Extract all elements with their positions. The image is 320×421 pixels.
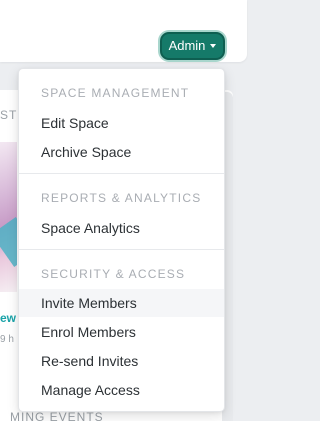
menu-item-manage-access[interactable]: Manage Access: [19, 376, 224, 404]
menu-item-invite-members[interactable]: Invite Members: [19, 289, 224, 317]
menu-divider: [19, 173, 224, 174]
caret-down-icon: [210, 43, 217, 48]
top-card: Admin: [0, 0, 247, 62]
menu-item-resend-invites[interactable]: Re-send Invites: [19, 347, 224, 375]
menu-item-space-analytics[interactable]: Space Analytics: [19, 214, 224, 242]
admin-dropdown-button[interactable]: Admin: [160, 32, 225, 60]
menu-header-reports-analytics: REPORTS & ANALYTICS: [41, 191, 202, 205]
background-section-label: ST: [0, 108, 18, 122]
background-thumbnail-image: [0, 142, 17, 292]
admin-button-label: Admin: [168, 38, 206, 53]
menu-item-archive-space[interactable]: Archive Space: [19, 138, 224, 166]
menu-header-space-management: SPACE MANAGEMENT: [41, 86, 190, 100]
admin-dropdown-menu: SPACE MANAGEMENT Edit Space Archive Spac…: [18, 68, 225, 412]
menu-divider: [19, 249, 224, 250]
background-meta-text: 9 h: [0, 334, 14, 345]
menu-item-edit-space[interactable]: Edit Space: [19, 109, 224, 137]
menu-item-enrol-members[interactable]: Enrol Members: [19, 318, 224, 346]
menu-header-security-access: SECURITY & ACCESS: [41, 267, 186, 281]
background-link[interactable]: ew: [0, 311, 17, 327]
